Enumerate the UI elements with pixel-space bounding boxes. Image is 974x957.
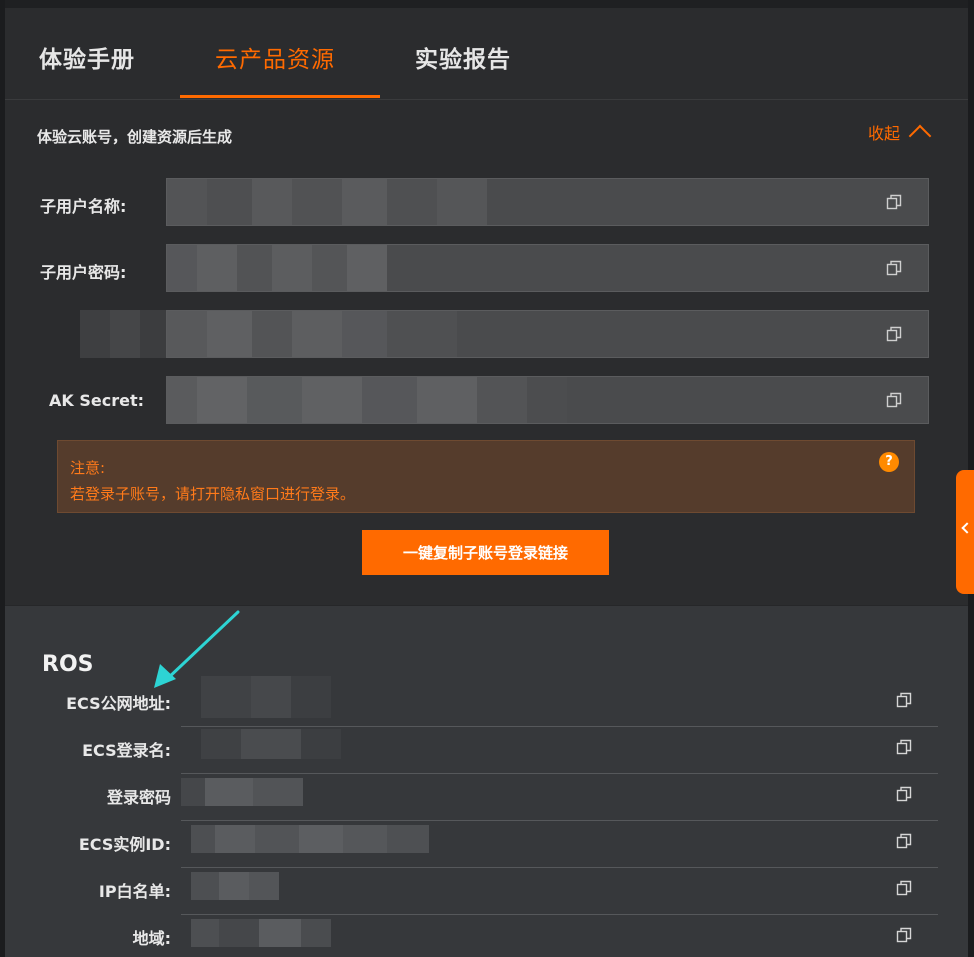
access-key-id-row	[5, 310, 968, 360]
redacted-value	[167, 311, 457, 357]
tab-lab-report[interactable]: 实验报告	[415, 40, 511, 74]
copy-icon[interactable]	[896, 927, 912, 943]
redacted-value	[181, 778, 303, 806]
side-drawer-toggle[interactable]	[956, 470, 974, 594]
notice-text: 若登录子账号，请打开隐私窗口进行登录。	[70, 485, 356, 503]
tab-manual[interactable]: 体验手册	[39, 40, 135, 74]
sub-user-password-field[interactable]	[166, 244, 929, 292]
ros-label: 登录密码	[106, 788, 171, 807]
ros-label: ECS实例ID:	[78, 835, 171, 854]
ros-label: 地域:	[132, 929, 171, 948]
collapse-toggle[interactable]: 收起	[867, 120, 932, 148]
copy-icon[interactable]	[886, 326, 902, 342]
ros-label: ECS登录名:	[82, 741, 171, 760]
redacted-value	[191, 872, 279, 900]
trial-account-panel: 体验云账号，创建资源后生成 收起 子用户名称: 子用户密码: AK Secret…	[5, 100, 968, 605]
access-key-id-field[interactable]	[166, 310, 929, 358]
ak-secret-row: AK Secret:	[5, 376, 968, 426]
copy-icon[interactable]	[886, 260, 902, 276]
field-label: 子用户密码:	[40, 263, 127, 282]
chevron-left-icon	[961, 522, 973, 534]
redacted-value	[201, 676, 331, 718]
ros-row-ecs-instance-id: ECS实例ID:	[5, 821, 968, 868]
login-notice: 注意: 若登录子账号，请打开隐私窗口进行登录。 ?	[57, 440, 915, 513]
help-icon[interactable]: ?	[879, 452, 899, 472]
redacted-value	[167, 377, 567, 423]
redacted-value	[191, 919, 331, 947]
redacted-label	[80, 310, 170, 358]
top-edge	[5, 0, 968, 8]
redacted-value	[201, 729, 341, 759]
app-frame: 体验手册 云产品资源 实验报告 体验云账号，创建资源后生成 收起 子用户名称:	[0, 0, 974, 957]
account-header: 体验云账号，创建资源后生成	[37, 128, 233, 146]
tab-bar: 体验手册 云产品资源 实验报告	[5, 8, 968, 100]
tab-cloud-resources[interactable]: 云产品资源	[215, 40, 335, 74]
notice-title: 注意:	[70, 459, 106, 477]
ros-label: ECS公网地址:	[66, 694, 171, 713]
sub-user-password-row: 子用户密码:	[5, 244, 968, 294]
copy-icon[interactable]	[896, 739, 912, 755]
active-tab-indicator	[180, 95, 380, 98]
redacted-value	[167, 245, 387, 291]
sub-user-name-field[interactable]	[166, 178, 929, 226]
ros-label: IP白名单:	[98, 882, 171, 901]
redacted-value	[191, 825, 429, 853]
chevron-up-icon	[908, 124, 932, 148]
ros-panel: ROS ECS公网地址: ECS登录名: 登录密码 ECS实例ID: IP白名单…	[5, 606, 968, 957]
ak-secret-field[interactable]	[166, 376, 929, 424]
copy-icon[interactable]	[886, 392, 902, 408]
copy-icon[interactable]	[896, 833, 912, 849]
ros-row-ecs-login-name: ECS登录名:	[5, 727, 968, 774]
field-label: AK Secret:	[49, 391, 144, 410]
sub-user-name-row: 子用户名称:	[5, 178, 968, 228]
copy-icon[interactable]	[886, 194, 902, 210]
field-label: 子用户名称:	[40, 197, 127, 216]
copy-icon[interactable]	[896, 880, 912, 896]
ros-title: ROS	[42, 652, 94, 677]
ros-row-login-password: 登录密码	[5, 774, 968, 821]
copy-icon[interactable]	[896, 786, 912, 802]
ros-row-ecs-public-ip: ECS公网地址:	[5, 676, 968, 727]
copy-icon[interactable]	[896, 692, 912, 708]
collapse-label: 收起	[867, 124, 900, 143]
ros-row-ip-whitelist: IP白名单:	[5, 868, 968, 915]
ros-row-region: 地域:	[5, 915, 968, 957]
redacted-value	[167, 179, 487, 225]
copy-sub-account-link-button[interactable]: 一键复制子账号登录链接	[362, 530, 609, 575]
